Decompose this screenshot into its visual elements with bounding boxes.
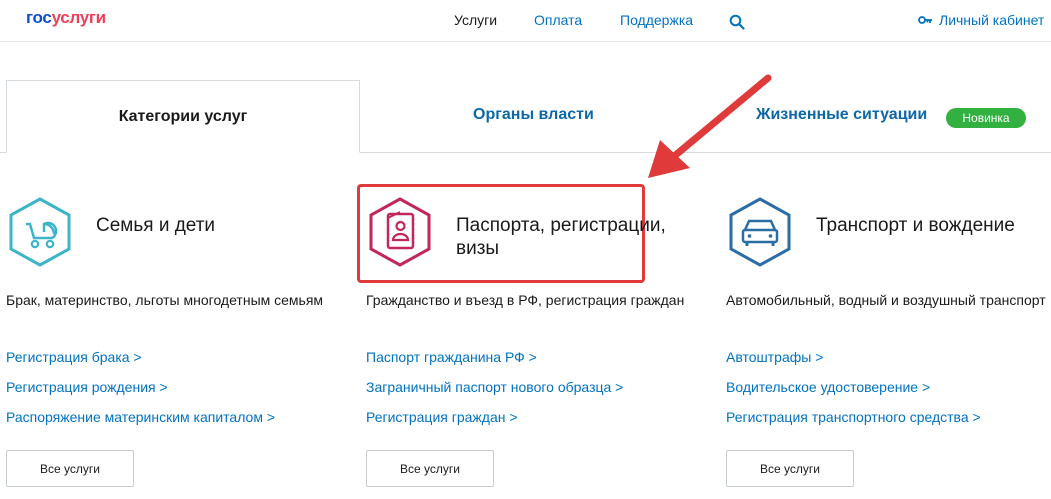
service-link[interactable]: Автоштрафы > (726, 349, 823, 365)
personal-account-link[interactable]: Личный кабинет (918, 12, 1044, 28)
nav-support[interactable]: Поддержка (620, 12, 693, 28)
category-description: Брак, материнство, льготы многодетным се… (6, 292, 324, 308)
nav-payment[interactable]: Оплата (534, 12, 582, 28)
tab-categories[interactable]: Категории услуг (6, 80, 360, 153)
category-title[interactable]: Семья и дети (96, 214, 326, 237)
red-arrow-annotation (648, 74, 772, 178)
all-services-button[interactable]: Все услуги (366, 450, 494, 487)
top-header: госуслуги Услуги Оплата Поддержка Личный… (0, 0, 1051, 42)
gosuslugi-logo[interactable]: госуслуги (26, 8, 106, 28)
service-link[interactable]: Регистрация брака > (6, 349, 142, 365)
key-icon (918, 16, 932, 24)
service-link[interactable]: Регистрация рождения > (6, 379, 168, 395)
baby-stroller-icon[interactable] (6, 196, 74, 268)
new-badge: Новинка (946, 108, 1026, 128)
tab-authorities[interactable]: Органы власти (473, 106, 594, 124)
category-title[interactable]: Паспорта, регистрации, визы (456, 214, 686, 260)
service-link[interactable]: Регистрация транспортного средства > (726, 409, 981, 425)
all-services-button[interactable]: Все услуги (726, 450, 854, 487)
search-icon[interactable] (729, 14, 745, 30)
nav-services[interactable]: Услуги (454, 12, 497, 28)
category-title[interactable]: Транспорт и вождение (816, 214, 1046, 237)
car-icon[interactable] (726, 196, 794, 268)
all-services-button[interactable]: Все услуги (6, 450, 134, 487)
service-link[interactable]: Паспорт гражданина РФ > (366, 349, 537, 365)
service-link[interactable]: Водительское удостоверение > (726, 379, 930, 395)
category-description: Гражданство и въезд в РФ, регистрация гр… (366, 292, 685, 308)
passport-icon[interactable] (366, 196, 434, 268)
service-link[interactable]: Заграничный паспорт нового образца > (366, 379, 623, 395)
service-link[interactable]: Регистрация граждан > (366, 409, 518, 425)
tab-life-situations[interactable]: Жизненные ситуации (756, 106, 927, 124)
personal-account-label: Личный кабинет (939, 12, 1045, 28)
tab-categories-label: Категории услуг (118, 107, 248, 125)
category-description: Автомобильный, водный и воздушный трансп… (726, 292, 1046, 308)
service-link[interactable]: Распоряжение материнским капиталом > (6, 409, 275, 425)
